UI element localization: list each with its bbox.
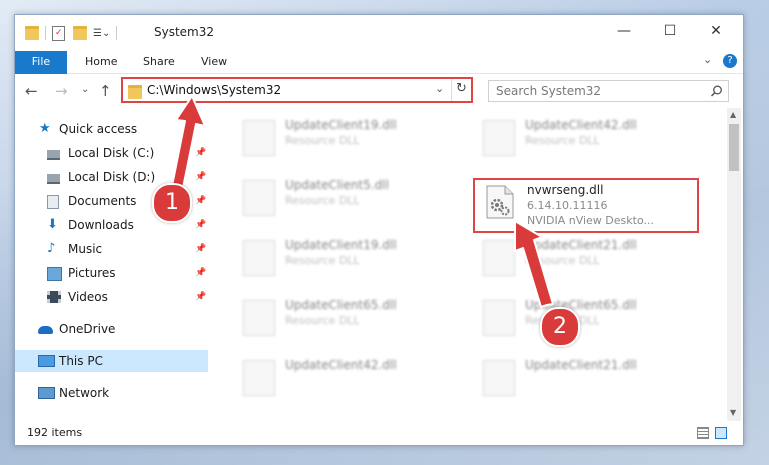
annotation-arrows xyxy=(171,95,554,308)
step-1-badge: 1 xyxy=(152,183,192,223)
step-2-badge: 2 xyxy=(540,307,580,347)
